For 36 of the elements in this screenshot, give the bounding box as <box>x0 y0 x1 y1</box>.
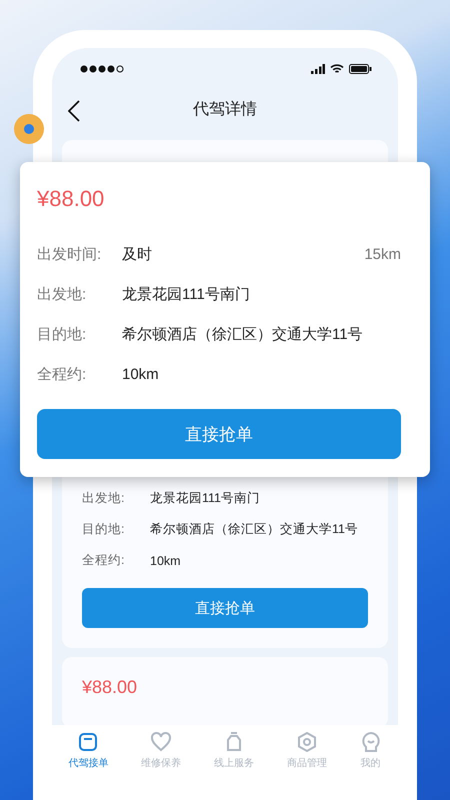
page-title: 代驾详情 <box>193 100 257 120</box>
grab-order-button[interactable]: 直接抢单 <box>37 409 401 459</box>
carrier-signal-icon <box>80 65 124 73</box>
signal-icon <box>311 64 325 74</box>
tab[interactable]: 我的 <box>356 729 386 773</box>
field-value: 龙景花园111号南门 <box>122 284 251 304</box>
hexagon-icon <box>296 731 318 753</box>
tab[interactable]: 商品管理 <box>282 729 331 773</box>
field-label: 目的地: <box>37 324 88 344</box>
circle-decoration <box>14 114 44 144</box>
heart-icon <box>150 731 172 753</box>
field-value: 10km <box>122 366 160 382</box>
battery-icon <box>349 64 372 74</box>
field-label: 全程约: <box>37 364 88 384</box>
field-value: 龙景花园111号南门 <box>150 490 260 507</box>
tab[interactable]: 代驾接单 <box>64 729 112 773</box>
price: ¥88.00 <box>82 676 138 699</box>
price: ¥88.00 <box>37 186 106 213</box>
wifi-icon <box>330 64 344 74</box>
face-icon <box>360 731 382 753</box>
field-value: 及时 <box>122 244 153 264</box>
field-value: 希尔顿酒店（徐汇区）交通大学11号 <box>122 324 364 344</box>
square-icon <box>77 731 100 753</box>
back-icon <box>68 100 80 122</box>
field-label: 出发时间: <box>37 244 102 264</box>
tab[interactable]: 线上服务 <box>210 729 258 773</box>
distance: 15km <box>364 246 401 262</box>
field-label: 全程约: <box>82 552 126 569</box>
field-label: 出发地: <box>37 284 88 304</box>
field-label: 目的地: <box>82 521 126 538</box>
back-button[interactable] <box>66 98 82 124</box>
field-label: 出发地: <box>82 490 126 507</box>
grab-order-button[interactable]: 直接抢单 <box>82 588 368 628</box>
tab[interactable]: 维修保养 <box>137 729 186 773</box>
field-value: 希尔顿酒店（徐汇区）交通大学11号 <box>150 521 358 538</box>
field-value: 10km <box>150 554 181 568</box>
